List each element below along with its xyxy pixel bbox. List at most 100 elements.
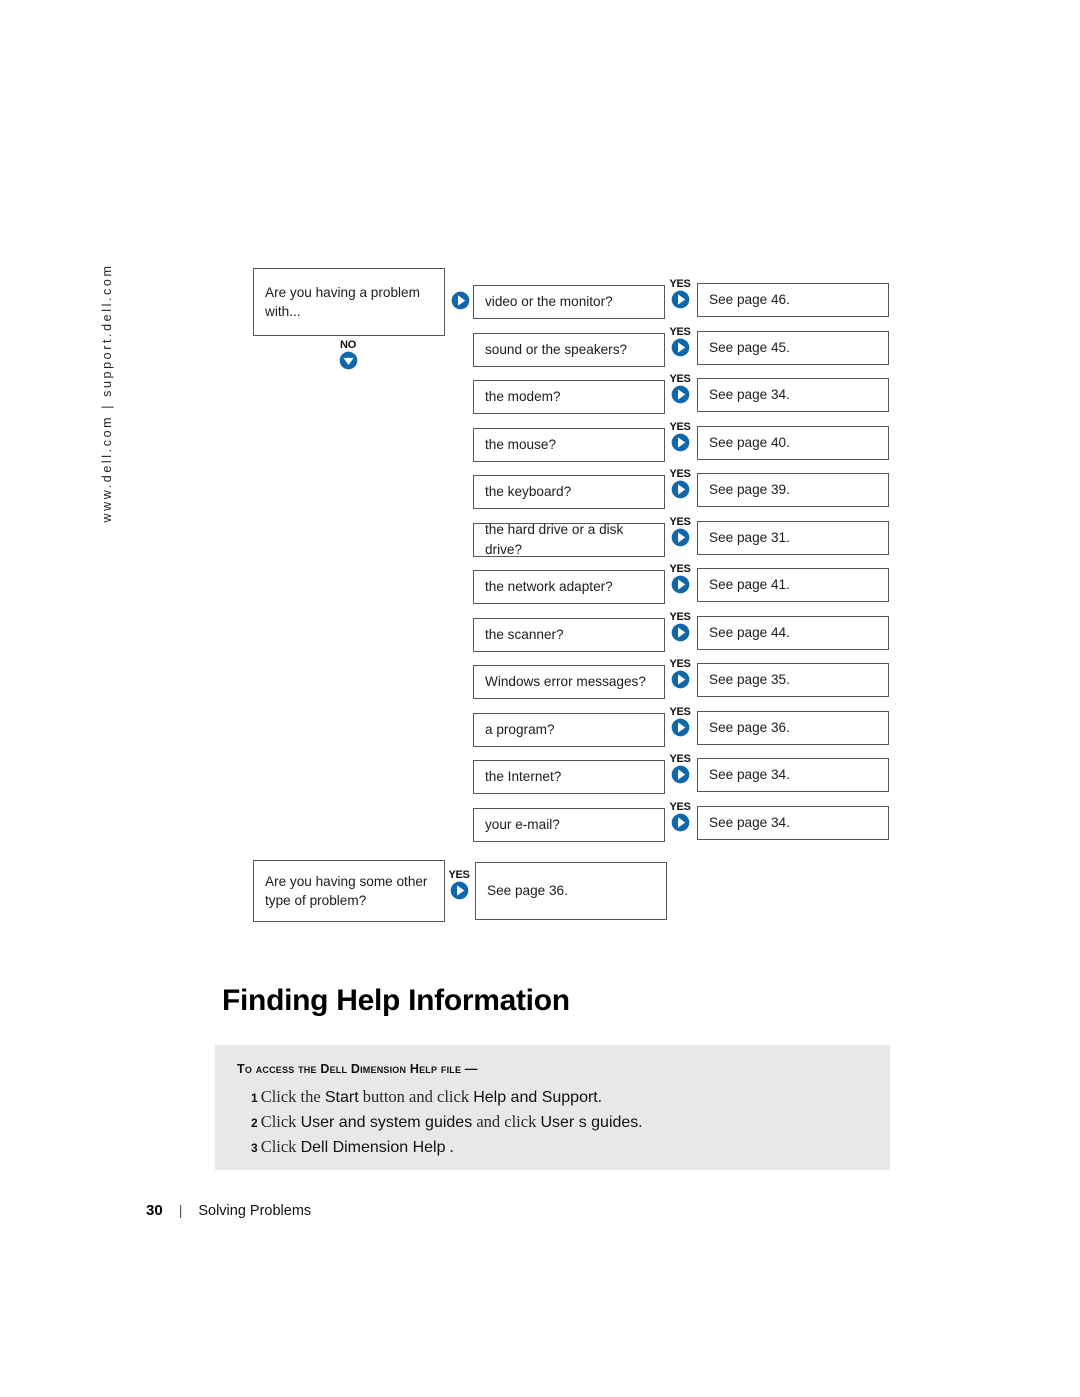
flow-answer-box: See page 40. [697,425,889,460]
step-text: Click the [260,1087,325,1106]
step-text: Click [260,1112,301,1131]
ui-term: User s guides [540,1114,639,1131]
entry-arrow-marker [449,291,471,310]
flow-answer-box-text: See page 35. [709,672,790,688]
flow-answer-box-text: See page 31. [709,529,790,545]
ui-term: Help and Support [473,1089,598,1106]
flow-intro-box: Are you having a problem with... [253,268,445,336]
marker-label: NO [340,339,356,351]
flow-other-question-box-text: Are you having some other type of problem… [265,873,428,908]
marker-label: YES [669,705,691,718]
flow-question-box: sound or the speakers? [473,332,665,367]
step-text: . [638,1112,643,1131]
flow-question-box-text: your e-mail? [485,816,560,832]
step-text: Click [260,1137,301,1156]
flow-answer-box: See page 36. [697,710,889,745]
flow-question-box: the modem? [473,380,665,414]
footer-section-name: Solving Problems [198,1203,312,1219]
flow-answer-box: See page 34. [697,805,889,840]
flow-question-box: your e-mail? [473,807,665,842]
flow-answer-box-text: See page 39. [709,482,790,498]
ui-term: Dell Dimension Help [300,1139,446,1156]
yes-branch-marker: YES [669,754,691,784]
circle-arrow-right-icon [669,670,691,689]
flow-answer-box: See page 34. [697,378,889,412]
page-title: Finding Help Information [222,984,570,1017]
step-number: 3 [251,1141,258,1155]
yes-branch-marker-other: YES [448,870,470,900]
flow-question-box: the mouse? [473,427,665,462]
step-item: 3 Click Dell Dimension Help . [251,1135,871,1160]
page-footer: 30 | Solving Problems [146,1202,311,1219]
marker-label: YES [669,563,691,575]
circle-arrow-right-icon [669,623,691,642]
help-access-panel: To access the Dell Dimension Help file —… [215,1045,890,1170]
marker-label: YES [669,753,691,765]
ui-term: User and system guides [300,1114,473,1131]
flow-question-box-text: Windows error messages? [485,674,646,690]
flow-other-answer-box-text: See page 36. [487,883,568,899]
flow-answer-box: See page 34. [697,758,889,792]
circle-arrow-right-icon [448,881,470,900]
marker-label: YES [669,515,691,528]
circle-arrow-right-icon [669,528,691,547]
circle-arrow-right-icon [669,290,691,309]
flow-answer-box-text: See page 41. [709,577,790,593]
flow-question-box-text: the Internet? [485,769,562,785]
flow-question-box-text: the mouse? [485,436,557,452]
footer-page-number: 30 [146,1202,163,1219]
step-text: and click [472,1112,541,1131]
marker-label: YES [448,869,470,881]
marker-label: YES [669,800,691,813]
circle-arrow-right-icon [449,291,471,310]
footer-separator: | [178,1202,183,1218]
no-branch-marker: NO [337,340,359,370]
step-number: 1 [251,1091,258,1105]
step-text: button and click [358,1087,474,1106]
flow-question-box: the hard drive or a disk drive? [473,522,665,557]
marker-label: YES [669,325,691,338]
marker-label: YES [669,610,691,623]
flow-question-box-text: the network adapter? [485,579,613,595]
circle-arrow-right-icon [669,575,691,594]
step-item: 1 Click the Start button and click Help a… [251,1085,871,1110]
marker-label: YES [669,420,691,433]
flow-answer-box: See page 39. [697,473,889,507]
marker-label: YES [669,278,691,290]
flow-answer-box: See page 35. [697,663,889,697]
marker-label: YES [669,658,691,670]
circle-arrow-right-icon [669,433,691,452]
yes-branch-marker: YES [669,469,691,499]
flow-question-box-text: the scanner? [485,626,564,642]
flow-question-box-text: the keyboard? [485,484,572,500]
circle-arrow-right-icon [669,480,691,499]
circle-arrow-down-icon [337,351,359,370]
yes-branch-marker: YES [669,659,691,689]
flow-answer-box: See page 44. [697,615,889,650]
flow-question-box-text: video or the monitor? [485,294,613,310]
yes-branch-marker: YES [669,279,691,309]
flow-answer-box-text: See page 34. [709,767,790,783]
ui-term: Start [324,1089,359,1106]
yes-branch-marker: YES [669,610,691,642]
marker-label: YES [669,373,691,385]
flow-answer-box: See page 46. [697,283,889,317]
flow-answer-box-text: See page 40. [709,434,790,450]
flow-question-box-text: the hard drive or a disk drive? [485,522,624,557]
panel-title: To access the Dell Dimension Help file — [237,1062,478,1076]
yes-branch-marker: YES [669,325,691,357]
flow-question-box-text: the modem? [485,389,561,405]
marker-label: YES [669,468,691,480]
step-text: . [597,1087,602,1106]
flow-answer-box-text: See page 34. [709,814,790,830]
yes-branch-marker: YES [669,705,691,737]
circle-arrow-right-icon [669,765,691,784]
step-list: 1 Click the Start button and click Help a… [251,1085,871,1160]
flow-question-box: the Internet? [473,760,665,794]
circle-arrow-right-icon [669,385,691,404]
flow-question-box: the scanner? [473,617,665,652]
yes-branch-marker: YES [669,374,691,404]
flow-answer-box: See page 45. [697,330,889,365]
flow-answer-box-text: See page 45. [709,339,790,355]
flow-other-answer-box: See page 36. [475,862,667,920]
